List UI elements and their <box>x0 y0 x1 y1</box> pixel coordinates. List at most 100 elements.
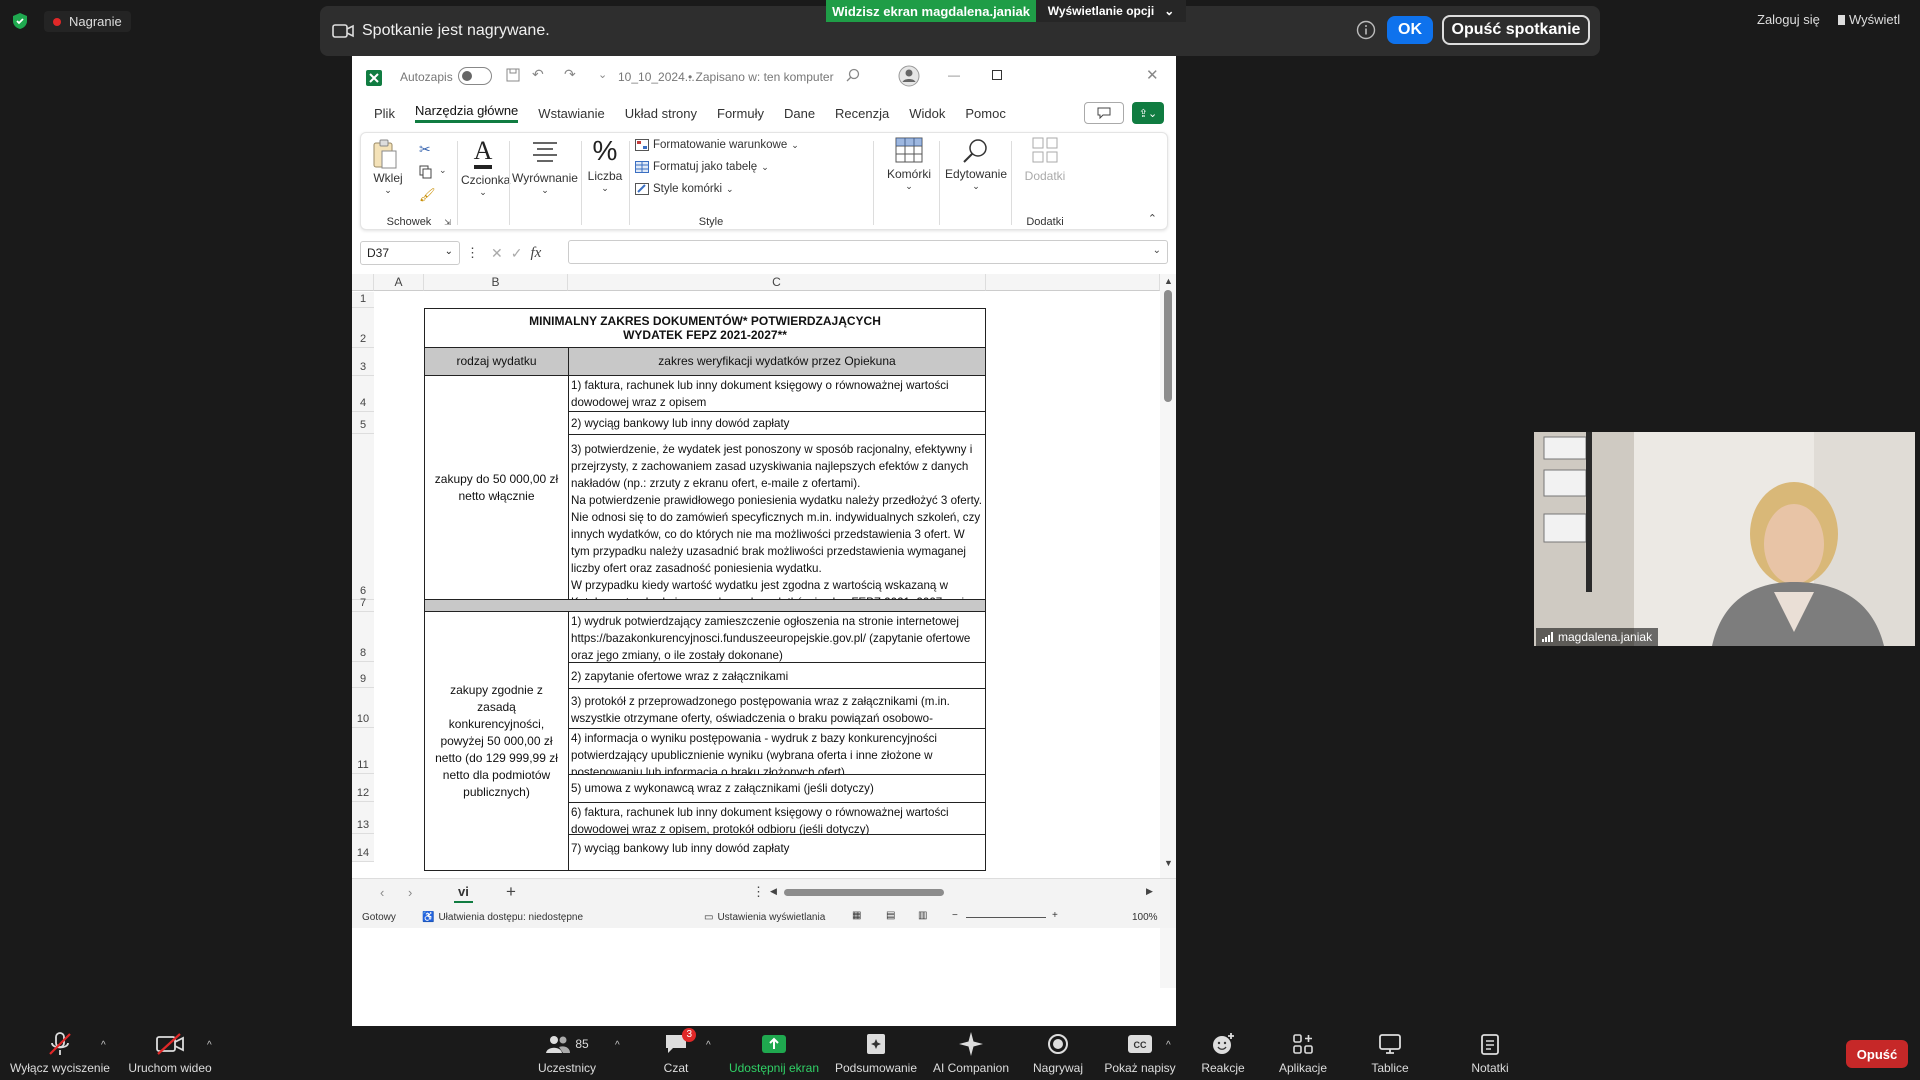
chevron-down-icon[interactable]: ⌄ <box>1153 245 1161 256</box>
undo-icon[interactable]: ↶ <box>532 66 544 83</box>
accessibility-status[interactable]: ♿ Ułatwienia dostępu: niedostępne <box>422 912 583 923</box>
apps-button[interactable]: Aplikacje <box>1270 1032 1336 1075</box>
info-icon[interactable] <box>1356 20 1376 40</box>
participants-button[interactable]: 85 Uczestnicy <box>527 1032 607 1075</box>
add-sheet-icon[interactable]: + <box>506 882 516 902</box>
alignment-button[interactable]: Wyrównanie ⌄ <box>511 133 579 231</box>
page-break-view-icon[interactable]: ▥ <box>918 910 927 921</box>
group1-item-2[interactable]: 2) wyciąg bankowy lub inny dowód zapłaty <box>568 411 986 435</box>
insert-function-icon[interactable]: fx <box>530 245 541 262</box>
row-header[interactable]: 11 <box>352 728 374 774</box>
group1-item-3[interactable]: 3) potwierdzenie, że wydatek jest ponosz… <box>568 434 986 600</box>
share-screen-button[interactable]: Udostępnij ekran <box>724 1032 824 1075</box>
captions-button[interactable]: CC Pokaż napisy <box>1098 1032 1182 1075</box>
horizontal-scroll-thumb[interactable] <box>784 889 944 896</box>
participant-video[interactable]: magdalena.janiak <box>1534 432 1915 646</box>
group1-item-1[interactable]: 1) faktura, rachunek lub inny dokument k… <box>568 375 986 412</box>
cut-icon[interactable]: ✂ <box>419 141 431 158</box>
row-header[interactable]: 7 <box>352 597 374 612</box>
row-header[interactable]: 13 <box>352 802 374 834</box>
editing-button[interactable]: Edytowanie ⌄ <box>943 133 1009 231</box>
group2-item-7[interactable]: 7) wyciąg bankowy lub inny dowód zapłaty <box>568 834 986 871</box>
group2-item-3[interactable]: 3) protokół z przeprowadzonego postępowa… <box>568 688 986 729</box>
captions-options-icon[interactable]: ^ <box>1166 1040 1171 1051</box>
tab-home[interactable]: Narzędzia główne <box>414 103 519 123</box>
tab-insert[interactable]: Wstawianie <box>538 106 604 121</box>
tab-data[interactable]: Dane <box>784 106 815 121</box>
row-header[interactable]: 9 <box>352 662 374 688</box>
leave-meeting-button[interactable]: Opuść spotkanie <box>1442 15 1590 45</box>
group2-item-6[interactable]: 6) faktura, rachunek lub inny dokument k… <box>568 802 986 835</box>
conditional-formatting-button[interactable]: Formatowanie warunkowe ⌄ <box>635 139 799 151</box>
group2-item-2[interactable]: 2) zapytanie ofertowe wraz z załącznikam… <box>568 662 986 689</box>
zoom-in-icon[interactable]: + <box>1052 910 1058 921</box>
row-header[interactable]: 1 <box>352 292 374 308</box>
maximize-icon[interactable] <box>992 70 1002 80</box>
notes-button[interactable]: Notatki <box>1460 1032 1520 1075</box>
video-options-icon[interactable]: ^ <box>207 1040 212 1051</box>
row-header[interactable]: 4 <box>352 376 374 412</box>
cells-button[interactable]: Komórki ⌄ <box>881 133 937 231</box>
customize-quick-access-icon[interactable]: ⌄ <box>598 68 607 81</box>
scroll-down-icon[interactable]: ▼ <box>1164 858 1173 868</box>
format-as-table-button[interactable]: Formatuj jako tabelę ⌄ <box>635 161 769 173</box>
close-icon[interactable]: ✕ <box>1146 66 1159 84</box>
column-header-a[interactable]: A <box>374 274 424 291</box>
enter-icon[interactable]: ✓ <box>511 245 523 262</box>
column-header-c[interactable]: C <box>568 274 986 291</box>
normal-view-icon[interactable]: ▦ <box>852 910 861 921</box>
column-header-d[interactable] <box>986 274 1160 291</box>
end-meeting-button[interactable]: Opuść <box>1846 1040 1908 1068</box>
audio-options-icon[interactable]: ^ <box>101 1040 106 1051</box>
mute-button[interactable]: Wyłącz wyciszenie <box>10 1032 110 1075</box>
collapse-ribbon-icon[interactable]: ⌃ <box>1148 212 1157 225</box>
tab-page-layout[interactable]: Układ strony <box>625 106 697 121</box>
login-link[interactable]: Zaloguj się <box>1757 12 1820 27</box>
table-title[interactable]: MINIMALNY ZAKRES DOKUMENTÓW* POTWIERDZAJ… <box>424 308 986 348</box>
search-icon[interactable] <box>846 68 860 82</box>
save-icon[interactable] <box>506 68 520 82</box>
whiteboards-button[interactable]: Tablice <box>1360 1032 1420 1075</box>
share-button[interactable]: ⇪⌄ <box>1132 102 1164 124</box>
cancel-icon[interactable]: ✕ <box>491 245 503 262</box>
row-header[interactable]: 6 <box>352 434 374 600</box>
formula-input[interactable]: ⌄ <box>568 240 1168 264</box>
tab-view[interactable]: Widok <box>909 106 945 121</box>
group2-label[interactable]: zakupy zgodnie z zasadą konkurencyjności… <box>424 611 569 871</box>
security-shield-icon[interactable] <box>12 12 28 30</box>
chat-options-icon[interactable]: ^ <box>706 1040 711 1051</box>
select-all-corner[interactable] <box>352 274 374 291</box>
row-header[interactable]: 2 <box>352 308 374 348</box>
record-button[interactable]: Nagrywaj <box>1025 1032 1091 1075</box>
tab-review[interactable]: Recenzja <box>835 106 889 121</box>
cell-styles-button[interactable]: Style komórki ⌄ <box>635 183 734 195</box>
tab-formulas[interactable]: Formuły <box>717 106 764 121</box>
reactions-button[interactable]: Reakcje <box>1190 1032 1256 1075</box>
page-layout-view-icon[interactable]: ▤ <box>886 910 895 921</box>
participants-options-icon[interactable]: ^ <box>615 1040 620 1051</box>
ok-button[interactable]: OK <box>1387 16 1433 44</box>
next-sheet-icon[interactable]: › <box>408 885 412 900</box>
row-header[interactable]: 12 <box>352 774 374 802</box>
row-header[interactable]: 3 <box>352 348 374 376</box>
paste-button[interactable]: Wklej ⌄ <box>371 139 405 196</box>
group1-label[interactable]: zakupy do 50 000,00 zł netto włącznie <box>424 375 569 600</box>
group2-item-4[interactable]: 4) informacja o wyniku postępowania - wy… <box>568 728 986 775</box>
row-header[interactable]: 8 <box>352 612 374 662</box>
zoom-out-icon[interactable]: − <box>952 910 958 921</box>
vertical-scroll-thumb[interactable] <box>1164 290 1172 402</box>
font-button[interactable]: A Czcionka ⌄ <box>461 133 510 231</box>
scroll-right-icon[interactable]: ▶ <box>1146 886 1153 897</box>
account-avatar-icon[interactable] <box>898 65 920 87</box>
copy-dropdown-icon[interactable]: ⌄ <box>439 165 447 176</box>
zoom-slider[interactable] <box>966 917 1046 918</box>
tab-file[interactable]: Plik <box>374 106 395 121</box>
ai-companion-button[interactable]: AI Companion <box>926 1032 1016 1075</box>
group2-item-5[interactable]: 5) umowa z wykonawcą wraz z załącznikami… <box>568 774 986 803</box>
format-painter-icon[interactable]: 🖌 <box>419 187 436 203</box>
view-button[interactable]: Wyświetl <box>1838 12 1900 27</box>
row-header[interactable]: 10 <box>352 688 374 728</box>
row-header[interactable]: 5 <box>352 412 374 434</box>
scroll-left-icon[interactable]: ◀ <box>770 886 777 897</box>
more-options-icon[interactable]: ⋮ <box>466 245 479 261</box>
